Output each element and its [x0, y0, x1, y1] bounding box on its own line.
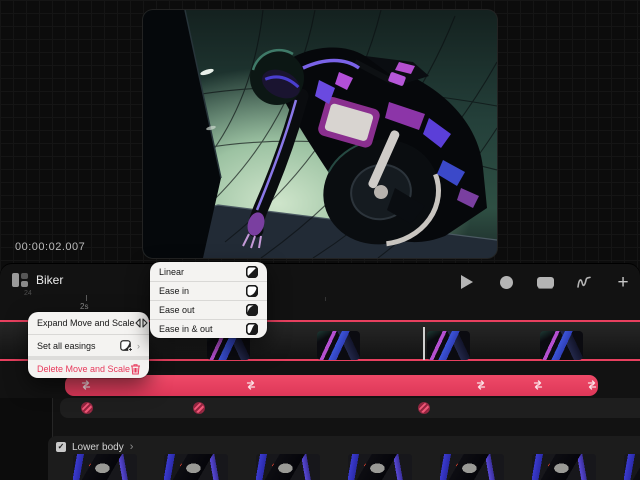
frame-thumbnail[interactable]	[440, 454, 504, 480]
loop-icon	[474, 378, 488, 392]
app-window: 00:00:02.007 Biker + 24 2s ✓ Lower body …	[0, 0, 640, 480]
easing-option-icon	[246, 265, 258, 278]
easing-option-ease-in[interactable]: Ease in	[150, 281, 267, 300]
play-button[interactable]	[458, 273, 476, 291]
visibility-checkbox[interactable]: ✓	[56, 442, 66, 452]
draw-button[interactable]	[575, 273, 593, 291]
menu-item-expand-move-and-scale[interactable]: Expand Move and Scale	[28, 312, 149, 334]
submenu-chevron-icon: ›	[137, 340, 140, 351]
easing-option-label: Linear	[159, 266, 185, 277]
frame-thumbnail[interactable]	[73, 454, 137, 480]
workspace-background: 00:00:02.007	[0, 0, 640, 272]
context-menu: Expand Move and Scale Set all easings › Del…	[28, 312, 149, 378]
easing-keyframe-dot[interactable]	[193, 402, 205, 414]
menu-item-label: Expand Move and Scale	[37, 318, 135, 328]
menu-item-label: Set all easings	[37, 340, 96, 351]
easing-option-icon	[246, 323, 258, 335]
expand-icon	[135, 318, 148, 328]
menu-item-label: Delete Move and Scale	[37, 364, 131, 374]
loop-icon	[79, 378, 93, 392]
frame-thumbnail[interactable]	[317, 331, 360, 360]
clip-boundary	[423, 327, 425, 360]
chevron-right-icon[interactable]: ›	[130, 441, 134, 453]
track-gutter	[0, 398, 52, 480]
menu-item-trailing	[130, 363, 141, 375]
loop-icon	[531, 378, 545, 392]
easing-option-label: Ease in	[159, 286, 190, 296]
animation-canvas[interactable]	[143, 10, 497, 258]
add-button[interactable]: +	[614, 271, 632, 293]
frame-thumbnail[interactable]	[164, 454, 228, 480]
track-group-icon[interactable]	[12, 273, 28, 287]
easing-option-label: Ease in & out	[159, 324, 213, 334]
lower-body-label: Lower body	[72, 441, 124, 453]
easing-keyframe-dot[interactable]	[81, 402, 93, 414]
easing-option-ease-in-out[interactable]: Ease in & out	[150, 319, 267, 338]
menu-item-trailing: ›	[120, 339, 140, 352]
lower-body-header[interactable]: ✓ Lower body ›	[56, 441, 133, 453]
playhead-timestamp: 00:00:02.007	[15, 241, 86, 253]
frame-thumbnail[interactable]	[427, 331, 470, 360]
frame-thumbnail[interactable]	[624, 454, 640, 480]
loop-icon	[585, 378, 599, 392]
menu-item-trailing	[135, 318, 148, 328]
easing-keyframe-dot[interactable]	[418, 402, 430, 414]
ruler-frame-label: 24	[24, 290, 32, 297]
play-icon	[461, 275, 473, 289]
frame-thumbnail[interactable]	[348, 454, 412, 480]
easing-ease-in-icon	[246, 285, 258, 297]
timeline-toolbar: +	[458, 270, 632, 294]
scenes-button[interactable]	[536, 273, 554, 291]
loop-icon	[244, 378, 258, 392]
keyframe-strip[interactable]	[60, 398, 640, 418]
scenes-icon	[536, 276, 554, 288]
trash-icon	[131, 364, 141, 375]
biker-artwork	[143, 10, 497, 258]
record-button[interactable]	[497, 273, 515, 291]
frame-thumbnail[interactable]	[540, 331, 583, 360]
ruler-tick	[325, 297, 326, 301]
easing-option-ease-out[interactable]: Ease out	[150, 300, 267, 319]
frame-thumbnail[interactable]	[532, 454, 596, 480]
easing-linear-icon	[246, 265, 258, 278]
easing-option-icon	[246, 285, 258, 297]
record-icon	[499, 275, 513, 289]
easing-option-label: Ease out	[159, 305, 195, 315]
lower-body-track[interactable]: ✓ Lower body ›	[48, 436, 640, 480]
easing-ease-out-icon	[246, 304, 258, 316]
frame-thumbnail[interactable]	[256, 454, 320, 480]
ruler-seconds-label: 2s	[80, 302, 89, 311]
easing-ease-in-out-icon	[246, 323, 258, 335]
move-and-scale-bar[interactable]	[65, 375, 598, 396]
scribble-icon	[577, 276, 591, 288]
track-title[interactable]: Biker	[36, 273, 63, 287]
menu-item-delete-move-and-scale[interactable]: Delete Move and Scale	[28, 356, 149, 378]
menu-item-set-all-easings[interactable]: Set all easings ›	[28, 334, 149, 356]
plus-icon: +	[617, 271, 629, 293]
timeline-header: Biker +	[0, 264, 640, 296]
set-easings-icon	[120, 339, 133, 352]
easing-option-icon	[246, 304, 258, 316]
ruler-tick	[86, 295, 87, 301]
easing-menu: Linear Ease in Ease out Ease in & out	[150, 262, 267, 338]
easing-option-linear[interactable]: Linear	[150, 262, 267, 281]
